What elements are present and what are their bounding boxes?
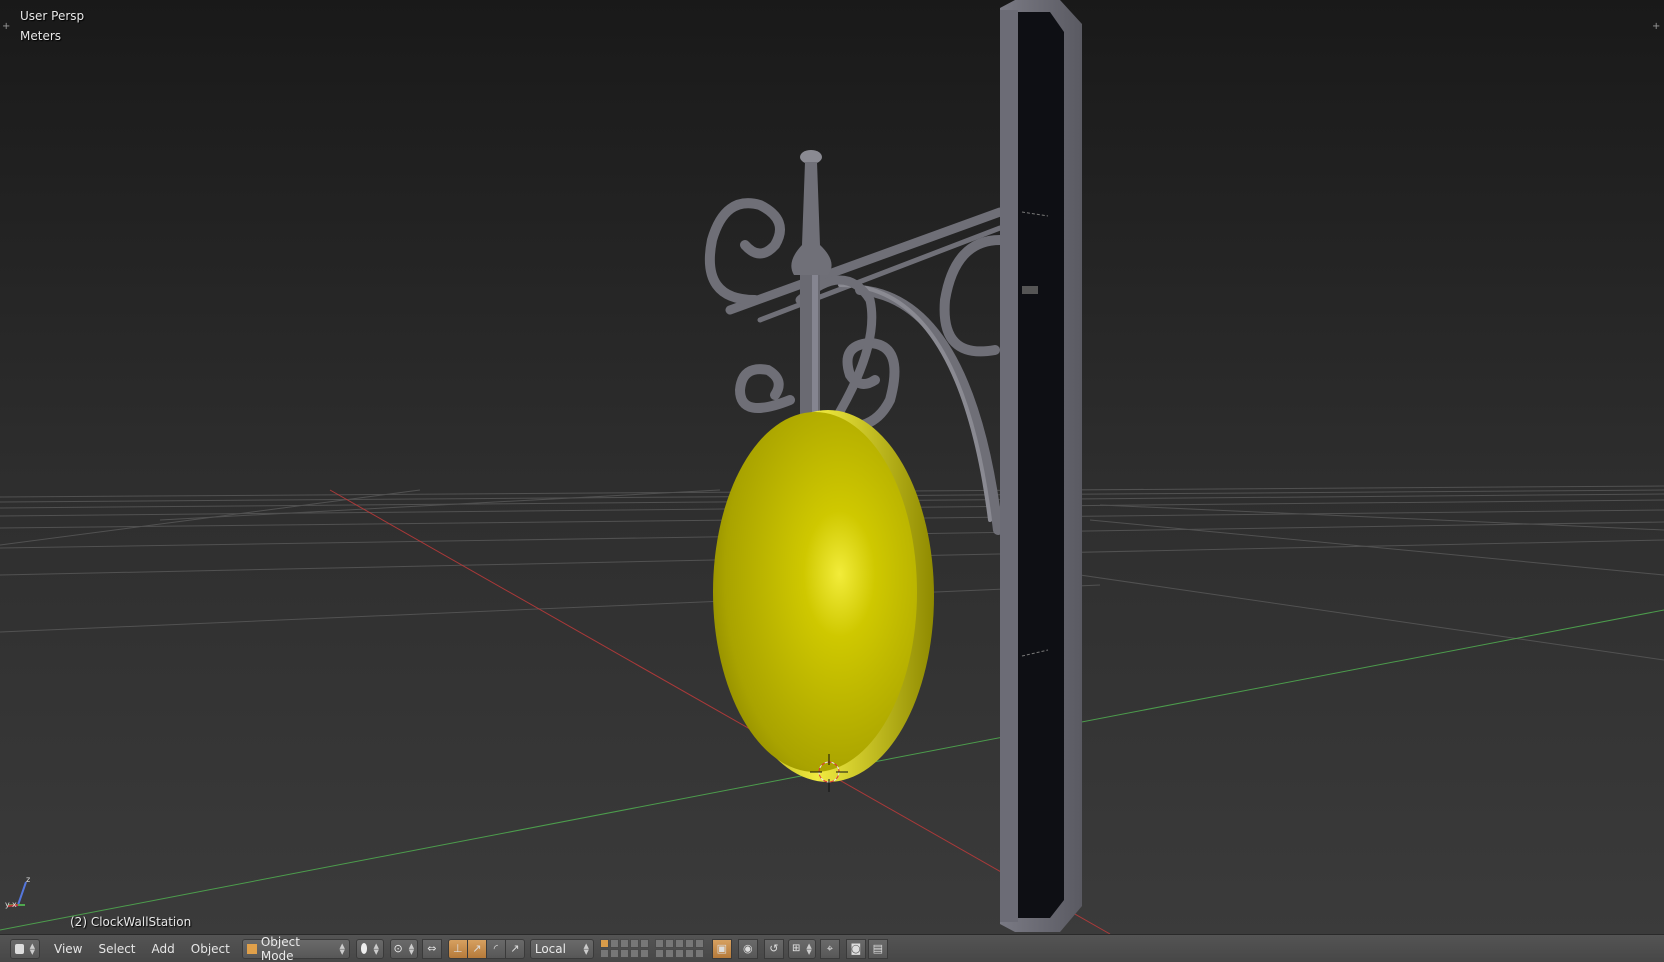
rotate-arc-icon: ◜ [493, 942, 498, 955]
layer-button[interactable] [664, 949, 674, 958]
proportional-editing-button[interactable]: ◉ [737, 938, 758, 959]
manipulator-icon: ⊥ [453, 942, 463, 955]
layer-button[interactable] [654, 939, 664, 948]
scene-layers-group-1[interactable] [599, 939, 649, 958]
snap-increment-icon: ⊞ [791, 943, 801, 954]
viewport-header: ▲ ▼ View Select Add Object Object Mode ▲ ▼… [0, 934, 1664, 962]
lock-camera-layers-button[interactable]: ▣ [711, 938, 732, 959]
transform-manipulator-group: ⊥ ↗ ◜ ↗ [447, 938, 525, 959]
scene-canvas[interactable]: y x z [0, 0, 1664, 934]
menu-add[interactable]: Add [144, 939, 183, 959]
menu-view[interactable]: View [46, 939, 90, 959]
pivot-point-icon: ⊙ [393, 942, 403, 955]
wall-post [1000, 0, 1082, 932]
snap-target-icon: ⌖ [826, 941, 833, 955]
layer-button[interactable] [694, 949, 704, 958]
translate-arrow-icon: ↗ [472, 942, 482, 955]
render-opengl-animation-button[interactable]: ▤ [867, 938, 888, 959]
translate-manipulator-button[interactable]: ↗ [466, 938, 487, 959]
layer-button[interactable] [694, 939, 704, 948]
menu-object[interactable]: Object [183, 939, 238, 959]
render-opengl-image-button[interactable]: ◙ [845, 938, 866, 959]
layer-button[interactable] [684, 939, 694, 948]
layer-button[interactable] [654, 949, 664, 958]
mode-arrows-icon: ▲ ▼ [339, 941, 345, 956]
snap-element-selector[interactable]: ⊞ ▲ ▼ [787, 938, 816, 959]
pivot-point-selector[interactable]: ⊙ ▲ ▼ [389, 938, 418, 959]
layer-button[interactable] [629, 949, 639, 958]
transform-orientation-label: Local [534, 941, 566, 956]
center-points-icon: ⇔ [427, 942, 437, 955]
object-mode-cube-icon [246, 943, 257, 954]
object-info-label: (2) ClockWallStation [70, 915, 192, 929]
clapper-render-icon: ▤ [872, 942, 884, 955]
snap-arrows-icon: ▲ ▼ [806, 941, 812, 956]
layer-button[interactable] [619, 949, 629, 958]
manipulator-toggle-button[interactable]: ⊥ [447, 938, 468, 959]
snap-target-button[interactable]: ⌖ [819, 938, 840, 959]
shading-arrows-icon: ▲ ▼ [373, 941, 379, 956]
axis-y-label: y [5, 900, 10, 909]
editor-type-arrows-icon: ▲ ▼ [29, 941, 35, 956]
layer-button[interactable] [609, 939, 619, 948]
layer-button[interactable] [599, 939, 609, 948]
snap-toggle-button[interactable]: ↺ [763, 938, 784, 959]
layer-button[interactable] [619, 939, 629, 948]
scale-manipulator-button[interactable]: ↗ [504, 938, 525, 959]
scene-layers-group-2[interactable] [654, 939, 704, 958]
blender-window: y x z User Persp Meters (2) ClockWallSta… [0, 0, 1664, 962]
mode-selector-label: Object Mode [260, 934, 300, 962]
axis-z-label: z [26, 875, 30, 884]
solid-shading-sphere-icon [360, 943, 368, 954]
scale-arrow-icon: ↗ [510, 942, 520, 955]
layer-button[interactable] [639, 949, 649, 958]
layer-button[interactable] [599, 949, 609, 958]
pivot-arrows-icon: ▲ ▼ [408, 941, 415, 956]
mode-selector[interactable]: Object Mode ▲ ▼ [241, 935, 350, 962]
layer-button[interactable] [684, 949, 694, 958]
viewport-corner-topleft-icon[interactable]: + [2, 22, 10, 32]
layer-button[interactable] [639, 939, 649, 948]
layer-button[interactable] [609, 949, 619, 958]
orientation-arrows-icon: ▲ ▼ [583, 941, 589, 956]
viewport-corner-topright-icon[interactable]: + [1652, 22, 1660, 32]
view-name-label: User Persp [20, 9, 85, 23]
clock-disc [713, 410, 934, 782]
units-label: Meters [20, 29, 62, 43]
editor-type-selector[interactable]: ▲ ▼ [10, 938, 40, 959]
viewport-shading-selector[interactable]: ▲ ▼ [355, 938, 384, 959]
axis-x-label: x [12, 900, 17, 909]
menu-select[interactable]: Select [90, 939, 143, 959]
layer-button[interactable] [629, 939, 639, 948]
proportional-editing-icon: ◉ [743, 942, 753, 955]
layer-button[interactable] [664, 939, 674, 948]
layer-button[interactable] [674, 939, 684, 948]
camera-render-icon: ◙ [850, 942, 862, 955]
snap-magnet-icon: ↺ [769, 942, 779, 955]
axis-gizmo: y x z [5, 875, 30, 909]
lock-layers-icon: ▣ [716, 942, 728, 955]
3d-viewport[interactable]: y x z User Persp Meters (2) ClockWallSta… [0, 0, 1664, 934]
layer-button[interactable] [674, 949, 684, 958]
3d-view-icon [15, 943, 24, 954]
transform-orientation-selector[interactable]: Local ▲ ▼ [529, 938, 594, 959]
manipulate-center-points-button[interactable]: ⇔ [421, 938, 442, 959]
rotate-manipulator-button[interactable]: ◜ [485, 938, 506, 959]
